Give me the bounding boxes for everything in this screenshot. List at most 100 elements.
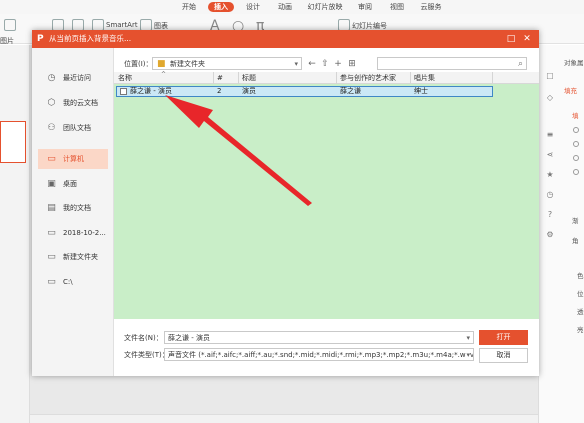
position-label: 位 (577, 290, 584, 298)
place-my-documents[interactable]: ▤ 我的文档 (38, 198, 108, 218)
filename-label: 文件名(N)： (124, 334, 163, 342)
filetype-dropdown[interactable]: 声音文件 (*.aif;*.aifc;*.aiff;*.au;*.snd;*.m… (164, 348, 474, 361)
place-c-drive[interactable]: ▭ C:\ (38, 272, 108, 292)
folder-icon: ▭ (47, 228, 56, 238)
slide-thumbnail-pane (0, 45, 30, 423)
column-divider[interactable] (336, 72, 337, 84)
column-number[interactable]: # (217, 73, 223, 83)
slide-thumbnail[interactable] (0, 121, 26, 163)
cancel-button[interactable]: 取消 (479, 348, 528, 363)
object-properties-panel: 对象属 ☐ 填充 ◇ 填 ≡ ⋖ ★ ◷ ? ⚙ 渐 角 色 位 透 亮 (538, 45, 584, 423)
column-divider[interactable] (492, 72, 493, 84)
fill-picture-radio[interactable] (573, 169, 579, 175)
column-title[interactable]: 标题 (242, 73, 256, 83)
new-folder-icon[interactable]: + (332, 58, 344, 70)
column-divider[interactable] (410, 72, 411, 84)
column-divider[interactable] (238, 72, 239, 84)
table-row[interactable]: 薛之谦 - 演员 2 演员 薛之谦 绅士 (116, 86, 493, 97)
place-label: 我的文档 (63, 204, 91, 212)
team-icon: ⚇ (47, 123, 56, 133)
tab-slideshow[interactable]: 幻灯片放映 (304, 2, 346, 12)
place-label: 最近访问 (63, 74, 91, 82)
search-input[interactable]: ⌕ (377, 57, 527, 70)
panel-title: 对象属 (564, 59, 584, 67)
settings-icon[interactable]: ⚙ (545, 230, 555, 240)
audio-file-icon (120, 88, 127, 95)
fill-tab[interactable]: 填充 (564, 85, 577, 95)
place-desktop[interactable]: ▣ 桌面 (38, 174, 108, 194)
tab-insert[interactable]: 插入 (208, 2, 234, 12)
filename-field[interactable]: 薛之谦 - 演员 ▾ (164, 331, 474, 344)
place-label: 计算机 (63, 155, 84, 163)
tab-design[interactable]: 设计 (242, 2, 264, 12)
open-button[interactable]: 打开 (479, 330, 528, 345)
properties-icon[interactable]: ≡ (545, 130, 555, 140)
cell-number: 2 (217, 87, 222, 95)
menu-bar: 开始 插入 设计 动画 幻灯片放映 审阅 视图 云服务 (0, 0, 584, 14)
folder-icon: ▭ (47, 252, 56, 262)
help-icon[interactable]: ? (545, 210, 555, 220)
computer-icon: ▭ (47, 154, 56, 164)
notes-bar (30, 414, 538, 423)
place-team-docs[interactable]: ⚇ 团队文档 (38, 118, 108, 138)
places-sidebar: ◷ 最近访问 ⬡ 我的云文档 ⚇ 团队文档 ▭ 计算机 ▣ 桌面 ▤ 我的文档 … (32, 48, 114, 376)
shape-props-icon[interactable]: ☐ (545, 72, 555, 82)
dialog-titlebar[interactable]: P 从当前页插入背景音乐... □ ✕ (32, 30, 539, 48)
search-icon[interactable]: ⌕ (518, 58, 523, 70)
cloud-cube-icon: ⬡ (47, 98, 56, 108)
cell-name: 薛之谦 - 演员 (130, 87, 172, 95)
folder-icon: ▭ (47, 277, 56, 287)
place-label: 我的云文档 (63, 99, 98, 107)
tab-review[interactable]: 审阅 (354, 2, 376, 12)
picture-icon[interactable] (4, 19, 16, 31)
filetype-value: 声音文件 (*.aif;*.aifc;*.aiff;*.au;*.snd;*.m… (168, 351, 474, 359)
filename-value: 薛之谦 - 演员 (168, 334, 210, 342)
chevron-down-icon[interactable]: ▾ (294, 59, 298, 69)
up-folder-icon[interactable]: ⇧ (319, 58, 331, 70)
document-icon: ▤ (47, 203, 56, 213)
filetype-label: 文件类型(T)： (124, 351, 169, 359)
column-artist[interactable]: 参与创作的艺术家 (340, 73, 396, 83)
tab-cloud[interactable]: 云服务 (416, 2, 446, 12)
tab-view[interactable]: 视图 (386, 2, 408, 12)
chevron-down-icon[interactable]: ▾ (466, 350, 470, 360)
column-divider[interactable] (213, 72, 214, 84)
smartart-button[interactable]: SmartArt (106, 21, 138, 29)
place-recent[interactable]: ◷ 最近访问 (38, 68, 108, 88)
fill-section-label: 填 (572, 112, 579, 120)
place-folder-2018[interactable]: ▭ 2018-10-2... (38, 223, 108, 243)
maximize-icon[interactable]: □ (505, 33, 517, 45)
gradient-label: 渐 (572, 217, 579, 225)
sort-up-icon: ^ (161, 71, 167, 78)
place-label: 团队文档 (63, 124, 91, 132)
tab-animation[interactable]: 动画 (274, 2, 296, 12)
fill-gradient-radio[interactable] (573, 155, 579, 161)
location-dropdown[interactable]: ■ 新建文件夹 ▾ (152, 57, 302, 70)
tab-home[interactable]: 开始 (178, 2, 200, 12)
cell-title: 演员 (242, 87, 256, 95)
column-name[interactable]: 名称 (118, 73, 132, 83)
cell-artist: 薛之谦 (340, 87, 361, 95)
chevron-down-icon[interactable]: ▾ (466, 333, 470, 343)
wps-logo-icon: P (37, 34, 44, 44)
location-value: 新建文件夹 (170, 60, 205, 68)
file-list[interactable]: 名称 ^ # 标题 参与创作的艺术家 唱片集 薛之谦 - 演员 2 演员 薛之谦… (114, 71, 539, 319)
share-icon[interactable]: ⋖ (545, 150, 555, 160)
view-menu-icon[interactable]: ⊞ (346, 58, 358, 70)
close-icon[interactable]: ✕ (521, 33, 533, 45)
place-label: 2018-10-2... (63, 229, 106, 237)
dialog-title: 从当前页插入背景音乐... (49, 34, 132, 43)
place-new-folder[interactable]: ▭ 新建文件夹 (38, 247, 108, 267)
animation-icon[interactable]: ★ (545, 170, 555, 180)
place-cloud-docs[interactable]: ⬡ 我的云文档 (38, 93, 108, 113)
place-computer[interactable]: ▭ 计算机 (38, 149, 108, 169)
back-icon[interactable]: ← (306, 58, 318, 70)
angle-label: 角 (572, 237, 579, 245)
fill-none-radio[interactable] (573, 127, 579, 133)
column-album[interactable]: 唱片集 (414, 73, 435, 83)
folder-icon: ■ (157, 59, 166, 69)
location-label: 位置(I)： (124, 60, 153, 68)
fill-solid-radio[interactable] (573, 141, 579, 147)
style-icon[interactable]: ◇ (545, 93, 555, 103)
history-icon[interactable]: ◷ (545, 190, 555, 200)
